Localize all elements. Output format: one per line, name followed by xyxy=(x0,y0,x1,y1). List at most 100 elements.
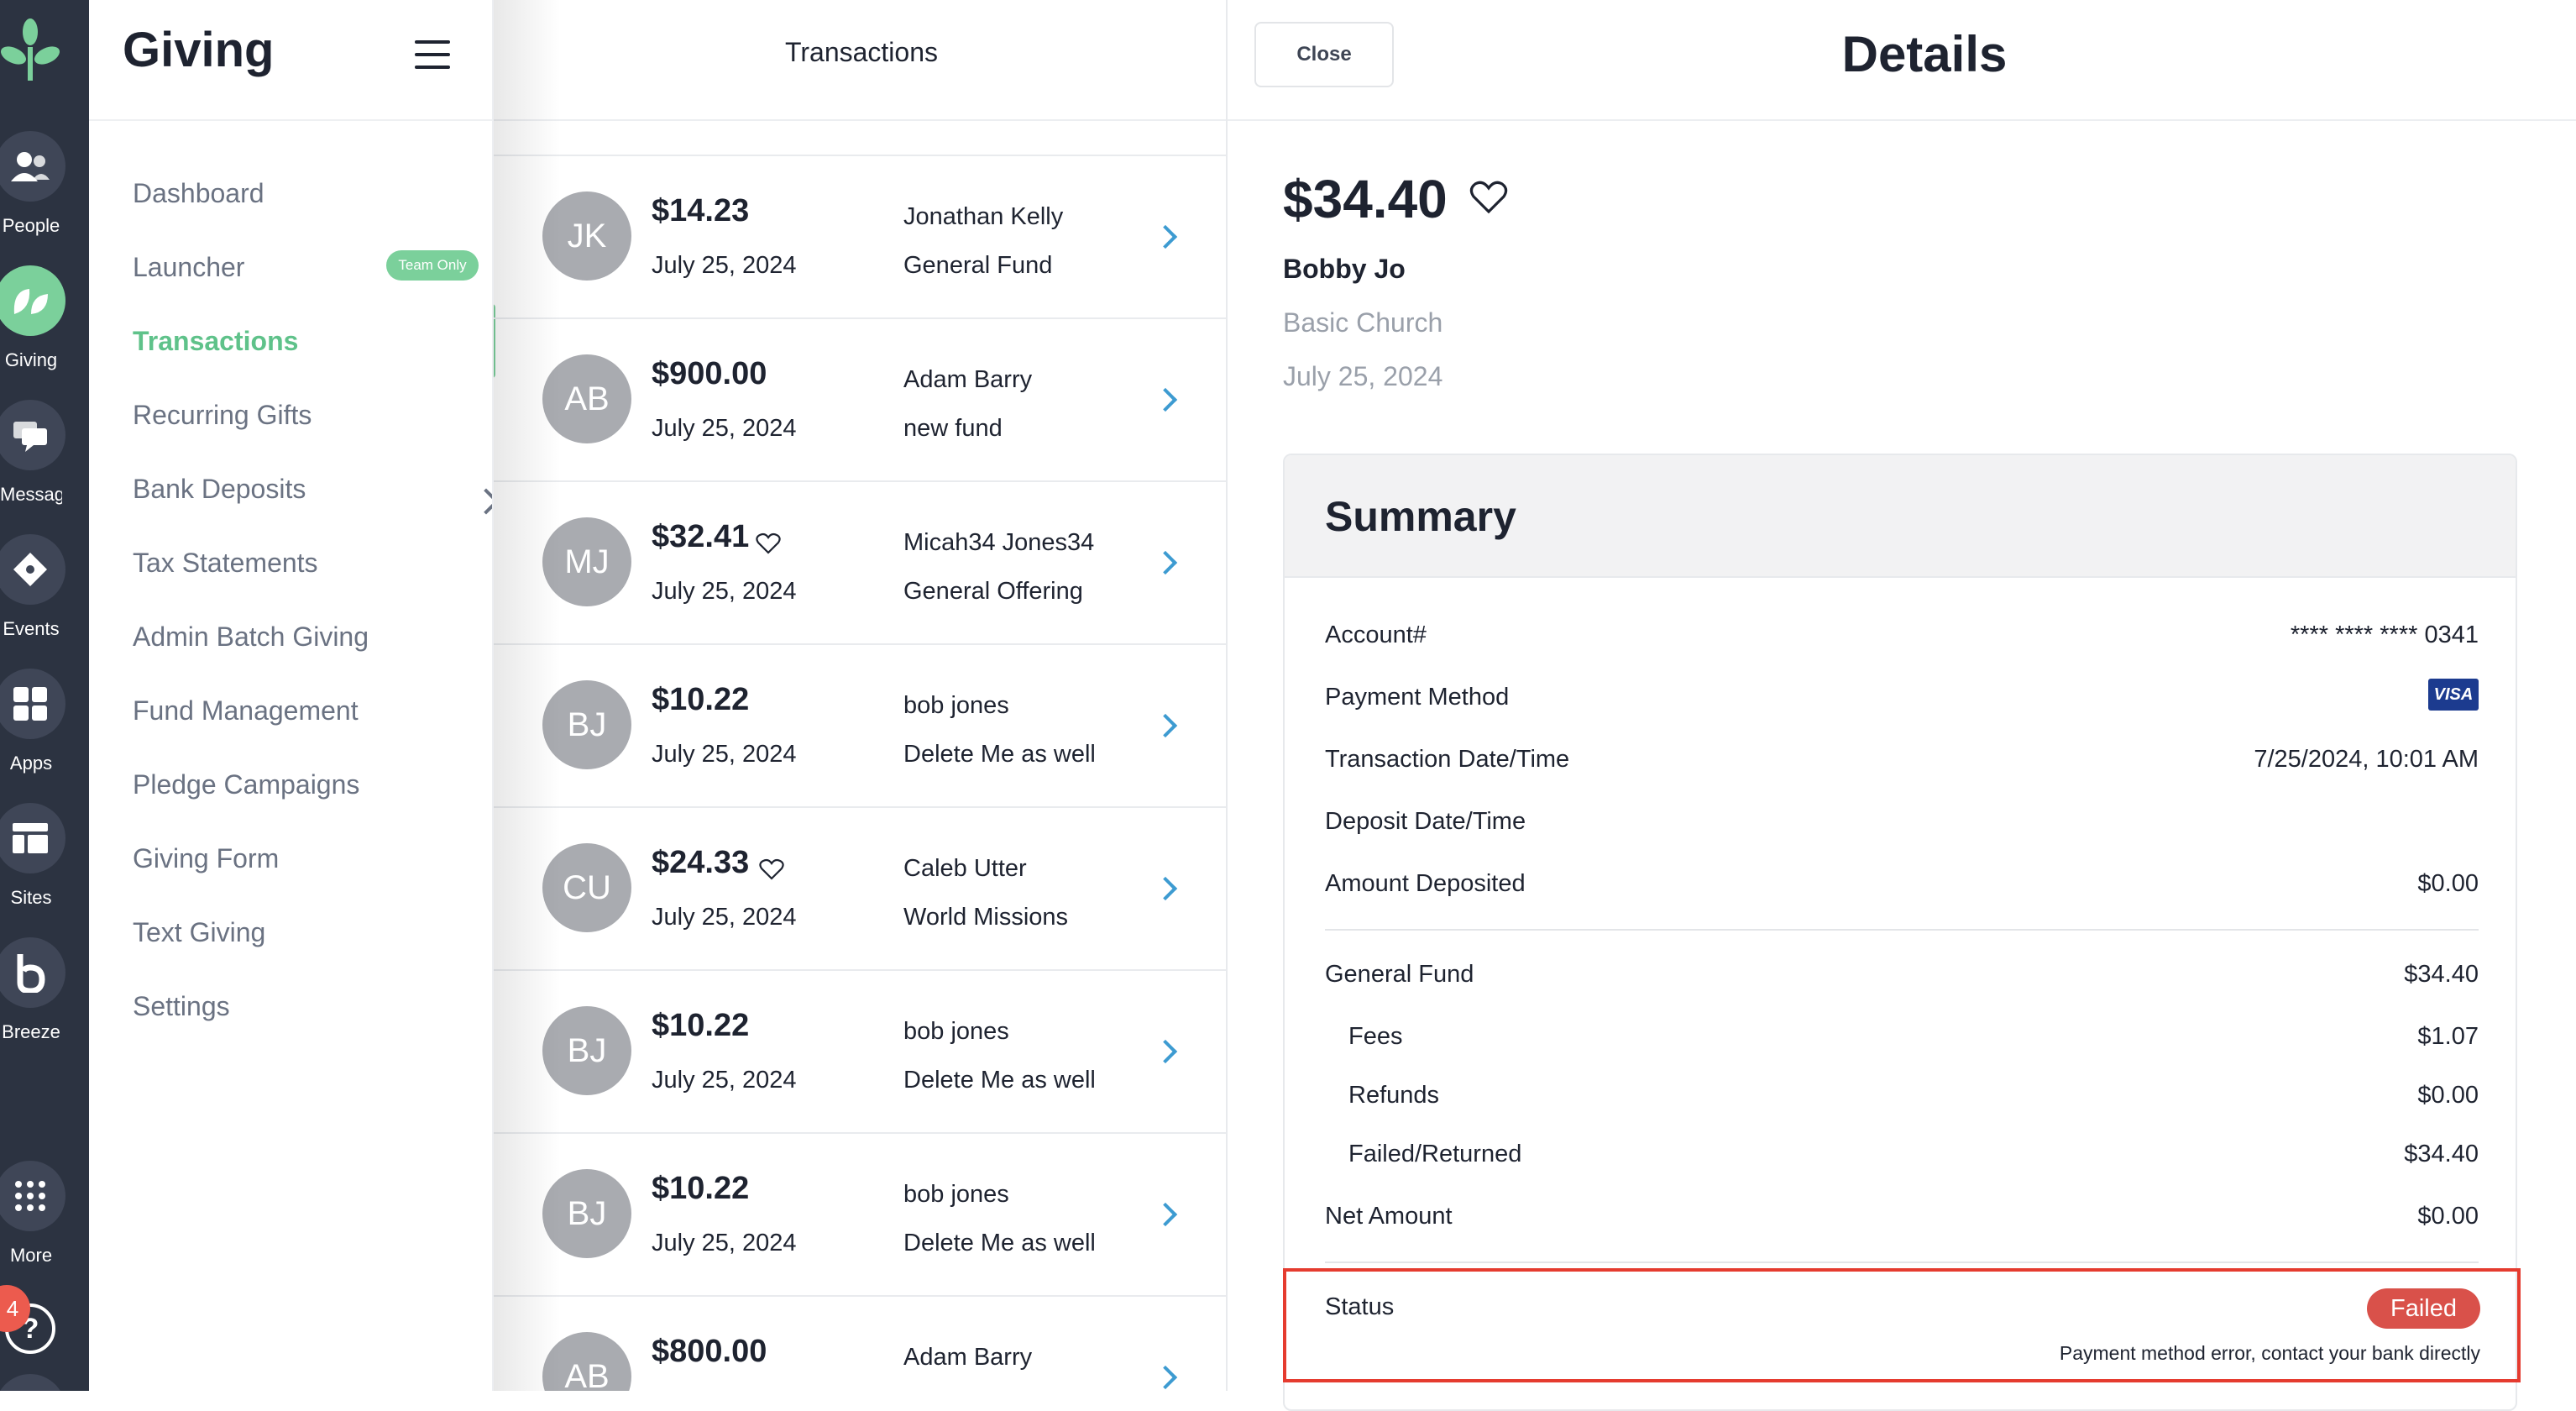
rail-label: Events xyxy=(3,618,60,639)
leaf-icon xyxy=(0,265,65,336)
fund-row: General Fund $34.40 xyxy=(1325,961,2479,1003)
heart-icon[interactable] xyxy=(756,532,781,554)
summary-card: Summary Account# **** **** **** 0341 Pay… xyxy=(1283,454,2517,1411)
transaction-row[interactable]: AB $900.00 July 25, 2024 Adam Barry new … xyxy=(494,317,1226,480)
avatar: JK xyxy=(542,191,631,281)
transaction-datetime-label: Transaction Date/Time xyxy=(1325,746,1570,773)
chevron-right-icon xyxy=(1153,224,1178,249)
payment-method-label: Payment Method xyxy=(1325,684,1510,711)
summary-header: Summary xyxy=(1285,455,2516,578)
details-header: Details Close xyxy=(1228,0,2576,121)
net-amount-value: $0.00 xyxy=(2417,1203,2479,1230)
heart-icon[interactable] xyxy=(759,858,784,880)
ticket-icon xyxy=(0,534,65,605)
transaction-row[interactable]: BJ $10.22 July 25, 2024 bob jones Delete… xyxy=(494,1132,1226,1295)
rail-item-people[interactable]: People xyxy=(0,131,89,257)
avatar[interactable] xyxy=(0,1374,65,1391)
amount-deposited-row: Amount Deposited $0.00 xyxy=(1325,870,2479,912)
avatar: AB xyxy=(542,354,631,443)
rail-label: People xyxy=(2,215,60,236)
fund-name: Delete Me as well xyxy=(903,1230,1096,1256)
breeze-logo-icon[interactable] xyxy=(0,13,60,89)
rail-label: Sites xyxy=(10,887,52,908)
donor-name: bob jones xyxy=(903,692,1009,719)
deposit-datetime-row: Deposit Date/Time xyxy=(1325,808,2479,850)
transaction-row[interactable]: MJ $32.41 July 25, 2024 Micah34 Jones34 … xyxy=(494,480,1226,643)
transaction-amount: $800.00 xyxy=(652,1334,767,1369)
donor-name: bob jones xyxy=(903,1181,1009,1208)
transaction-row[interactable]: AB $800.00 Adam Barry xyxy=(494,1295,1226,1391)
nav-title: Giving xyxy=(123,23,275,77)
avatar: BJ xyxy=(542,680,631,769)
nav-item-text-giving[interactable]: Text Giving xyxy=(133,907,485,981)
donor-name: bob jones xyxy=(903,1018,1009,1045)
nav-item-fund-management[interactable]: Fund Management xyxy=(133,685,485,759)
list-title: Transactions xyxy=(785,37,938,67)
hamburger-menu-icon[interactable] xyxy=(415,40,450,69)
rail-item-breeze[interactable]: Breeze xyxy=(0,937,89,1063)
rail-item-sites[interactable]: Sites xyxy=(0,803,89,929)
status-badge: Failed xyxy=(2367,1288,2480,1329)
nav-item-pledge-campaigns[interactable]: Pledge Campaigns xyxy=(133,759,485,833)
transaction-row[interactable]: JK $14.23 July 25, 2024 Jonathan Kelly G… xyxy=(494,155,1226,317)
status-label: Status xyxy=(1325,1293,1395,1320)
people-icon xyxy=(0,131,65,202)
net-amount-row: Net Amount $0.00 xyxy=(1325,1203,2479,1245)
transaction-rows: JK $14.23 July 25, 2024 Jonathan Kelly G… xyxy=(494,155,1226,1391)
list-header: Transactions xyxy=(494,0,1226,121)
rail-item-giving[interactable]: Giving xyxy=(0,265,89,391)
chevron-right-icon xyxy=(1153,1039,1178,1064)
nav-item-admin-batch-giving[interactable]: Admin Batch Giving xyxy=(133,611,485,685)
nav-item-giving-form[interactable]: Giving Form xyxy=(133,833,485,907)
layout-icon xyxy=(0,803,65,873)
transaction-date: July 25, 2024 xyxy=(652,578,797,605)
fund-name: new fund xyxy=(903,415,1003,442)
transaction-amount: $14.23 xyxy=(652,193,750,228)
rail-item-messaging[interactable]: Messagi... xyxy=(0,400,89,526)
transaction-amount: $10.22 xyxy=(652,1171,750,1206)
chevron-right-icon xyxy=(1153,876,1178,901)
nav-menu: Dashboard Launcher Transactions Recurrin… xyxy=(133,168,500,1055)
transaction-date: July 25, 2024 xyxy=(652,415,797,442)
rail-item-events[interactable]: Events xyxy=(0,534,89,660)
avatar: BJ xyxy=(542,1006,631,1095)
rail-label: More xyxy=(9,1245,53,1266)
rail-item-apps[interactable]: Apps xyxy=(0,669,89,795)
avatar: CU xyxy=(542,843,631,932)
transaction-row[interactable]: BJ $10.22 July 25, 2024 bob jones Delete… xyxy=(494,643,1226,806)
donor-name: Micah34 Jones34 xyxy=(903,529,1095,556)
chat-icon xyxy=(0,400,65,470)
nav-item-recurring-gifts[interactable]: Recurring Gifts xyxy=(133,390,485,464)
transaction-amount: $10.22 xyxy=(652,1008,750,1043)
rail-item-more[interactable]: More xyxy=(0,1161,89,1287)
nav-item-transactions[interactable]: Transactions xyxy=(133,316,485,390)
app-rail: People Giving Messagi... Events Apps Sit… xyxy=(0,0,89,1391)
chevron-right-icon xyxy=(1153,1365,1178,1390)
failed-returned-value: $34.40 xyxy=(2404,1141,2479,1167)
transaction-date: July 25, 2024 xyxy=(652,741,797,768)
rail-label: Messagi... xyxy=(0,484,62,505)
heart-icon[interactable] xyxy=(1469,180,1508,215)
nav-item-bank-deposits[interactable]: Bank Deposits xyxy=(133,464,485,538)
transaction-row[interactable]: BJ $10.22 July 25, 2024 bob jones Delete… xyxy=(494,969,1226,1132)
transaction-amount: $900.00 xyxy=(652,356,767,391)
nav-item-tax-statements[interactable]: Tax Statements xyxy=(133,538,485,611)
fund-label: General Fund xyxy=(1325,961,1474,988)
transaction-amount: $10.22 xyxy=(652,682,750,717)
account-row: Account# **** **** **** 0341 xyxy=(1325,622,2479,664)
amount-deposited-value: $0.00 xyxy=(2417,870,2479,897)
avatar: BJ xyxy=(542,1169,631,1258)
payment-method-row: Payment Method VISA xyxy=(1325,679,2479,726)
refunds-label: Refunds xyxy=(1348,1082,1440,1109)
team-only-badge: Team Only xyxy=(386,250,479,281)
breeze-icon xyxy=(0,937,65,1008)
nav-item-dashboard[interactable]: Dashboard xyxy=(133,168,485,242)
rail-label: Giving xyxy=(4,349,58,370)
donor-name[interactable]: Bobby Jo xyxy=(1283,254,1406,285)
transaction-date: July 25, 2024 xyxy=(652,1230,797,1256)
transaction-row[interactable]: CU $24.33 July 25, 2024 Caleb Utter Worl… xyxy=(494,806,1226,969)
nav-item-settings[interactable]: Settings xyxy=(133,981,485,1055)
visa-card-icon: VISA xyxy=(2428,679,2479,711)
chevron-right-icon xyxy=(1153,1202,1178,1227)
close-button[interactable]: Close xyxy=(1254,22,1394,87)
